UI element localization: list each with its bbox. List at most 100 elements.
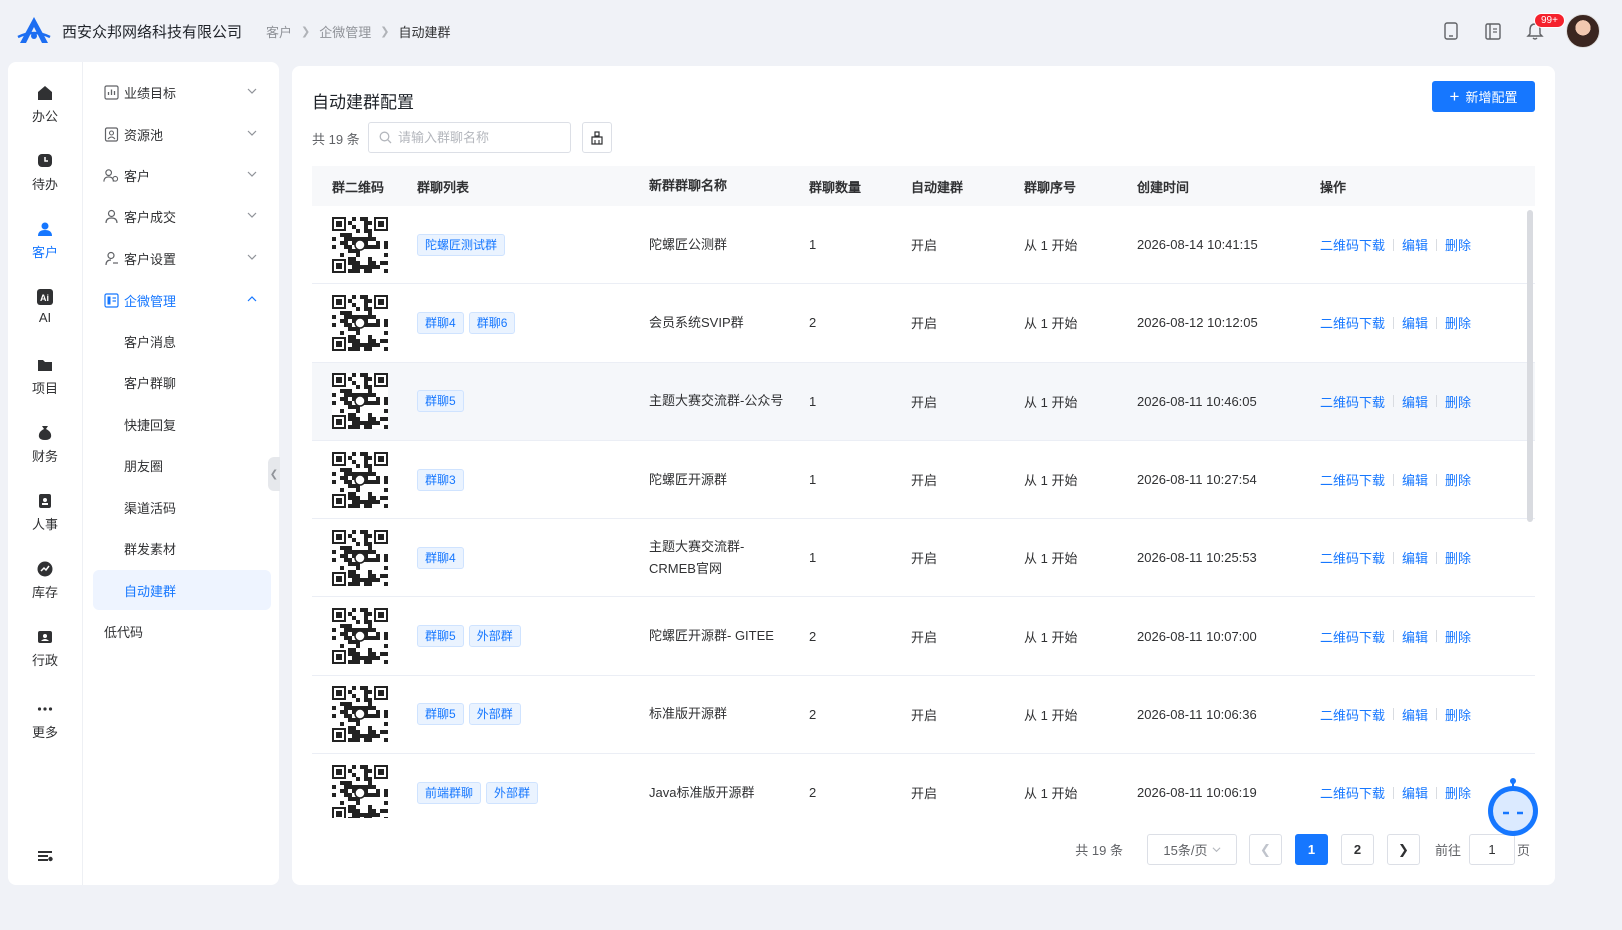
edit-link[interactable]: 编辑: [1402, 392, 1428, 411]
menu-item-low-code[interactable]: 低代码: [93, 611, 271, 651]
download-qr-link[interactable]: 二维码下载: [1320, 470, 1385, 489]
edit-link[interactable]: 编辑: [1402, 783, 1428, 802]
breadcrumb-item-customer[interactable]: 客户: [266, 22, 292, 41]
group-list-cell: 前端群聊 外部群: [399, 781, 630, 804]
mobile-icon[interactable]: [1440, 20, 1462, 42]
menu-item-moments[interactable]: 朋友圈: [93, 445, 271, 485]
delete-link[interactable]: 删除: [1445, 470, 1471, 489]
todo-icon: [36, 152, 54, 170]
delete-link[interactable]: 删除: [1445, 783, 1471, 802]
group-tag: 群聊5: [417, 703, 464, 726]
menu-group-customers[interactable]: 客户: [93, 155, 271, 195]
edit-link[interactable]: 编辑: [1402, 627, 1428, 646]
download-qr-link[interactable]: 二维码下载: [1320, 313, 1385, 332]
edit-link[interactable]: 编辑: [1402, 705, 1428, 724]
page-button-1[interactable]: 1: [1294, 834, 1328, 865]
download-qr-link[interactable]: 二维码下载: [1320, 392, 1385, 411]
rail-item-admin[interactable]: 行政: [8, 628, 82, 669]
pagination-total: 共 19 条: [1075, 843, 1123, 858]
group-count-cell: 2: [809, 315, 817, 331]
download-qr-link[interactable]: 二维码下载: [1320, 783, 1385, 802]
company-name: 西安众邦网络科技有限公司: [62, 23, 243, 41]
menu-item-channel-code[interactable]: 渠道活码: [93, 487, 271, 527]
clear-filter-button[interactable]: [582, 122, 612, 153]
download-qr-link[interactable]: 二维码下载: [1320, 548, 1385, 567]
ai-icon: Ai: [36, 288, 54, 306]
rail-label: 库存: [31, 585, 58, 600]
qr-code-icon[interactable]: [332, 764, 388, 818]
rail-item-ai[interactable]: Ai AI: [8, 288, 82, 325]
qr-code-icon[interactable]: [332, 529, 388, 586]
delete-link[interactable]: 删除: [1445, 548, 1471, 567]
group-tag: 群聊6: [468, 311, 516, 334]
edit-link[interactable]: 编辑: [1402, 470, 1428, 489]
rail-item-finance[interactable]: 财务: [8, 424, 82, 465]
edit-link[interactable]: 编辑: [1402, 313, 1428, 332]
delete-link[interactable]: 删除: [1445, 392, 1471, 411]
rail-item-office[interactable]: 办公: [8, 84, 82, 125]
menu-item-customer-messages[interactable]: 客户消息: [93, 321, 271, 361]
settings-list-icon[interactable]: [36, 847, 54, 865]
edit-link[interactable]: 编辑: [1402, 235, 1428, 254]
collapse-sidebar-button[interactable]: ❮: [268, 457, 280, 491]
menu-item-auto-group[interactable]: 自动建群: [93, 570, 271, 610]
divider: [1436, 238, 1438, 251]
qr-code-icon[interactable]: [332, 451, 388, 508]
bell-icon[interactable]: 99+: [1524, 13, 1565, 42]
prev-page-button[interactable]: ❮: [1248, 834, 1282, 865]
delete-link[interactable]: 删除: [1445, 235, 1471, 254]
table-row: 群聊5 主题大赛交流群-公众号 1 开启 从 1 开始 2026-08-11 10:46:…: [312, 362, 1535, 441]
auto-create-cell: 开启: [911, 473, 938, 489]
group-list-cell: 群聊4: [399, 546, 630, 569]
menu-group-customer-settings[interactable]: 客户设置: [93, 238, 271, 278]
qr-code-icon[interactable]: [332, 294, 388, 351]
menu-group-wecom[interactable]: 企微管理: [93, 280, 271, 320]
qr-code-icon[interactable]: [332, 216, 388, 273]
menu-label: 企微管理: [124, 293, 177, 309]
rail-item-more[interactable]: 更多: [8, 700, 82, 741]
page-size-select[interactable]: 15条/页: [1146, 834, 1237, 865]
download-qr-link[interactable]: 二维码下载: [1320, 627, 1385, 646]
qr-code-cell: [312, 764, 399, 818]
delete-link[interactable]: 删除: [1445, 313, 1471, 332]
menu-group-resource-pool[interactable]: 资源池: [93, 114, 271, 154]
column-header: 群二维码: [332, 179, 385, 195]
rail-item-todo[interactable]: 待办: [8, 152, 82, 193]
table-body: 陀螺匠测试群 陀螺匠公测群 1 开启从 1 开始 2026-08-14 10:41:15…: [312, 206, 1535, 818]
qr-code-icon[interactable]: [332, 686, 388, 743]
company-logo-icon[interactable]: [14, 11, 54, 51]
delete-link[interactable]: 删除: [1445, 627, 1471, 646]
qr-code-cell: [312, 451, 399, 508]
rail-item-hr[interactable]: 人事: [8, 492, 82, 533]
book-icon[interactable]: [1482, 20, 1504, 42]
table-scrollbar[interactable]: [1527, 210, 1533, 522]
menu-group-customer-deals[interactable]: 客户成交: [93, 196, 271, 236]
rail-item-project[interactable]: 项目: [8, 356, 82, 397]
menu-item-mass-material[interactable]: 群发素材: [93, 528, 271, 568]
menu-item-customer-groups[interactable]: 客户群聊: [93, 362, 271, 402]
next-page-button[interactable]: ❯: [1386, 834, 1420, 865]
assistant-robot-icon[interactable]: [1481, 775, 1545, 839]
qr-code-icon[interactable]: [332, 608, 388, 665]
rail-label: 行政: [31, 653, 58, 668]
breadcrumb: 客户 ❯ 企微管理 ❯ 自动建群: [266, 22, 450, 41]
download-qr-link[interactable]: 二维码下载: [1320, 705, 1385, 724]
edit-link[interactable]: 编辑: [1402, 548, 1428, 567]
page-button-2[interactable]: 2: [1340, 834, 1374, 865]
group-list-cell: 群聊5 外部群: [399, 703, 630, 726]
search-field[interactable]: [368, 122, 571, 153]
avatar[interactable]: [1566, 14, 1600, 48]
divider: [1393, 630, 1395, 643]
qr-code-icon[interactable]: [332, 373, 388, 430]
menu-group-targets[interactable]: 业绩目标: [93, 72, 271, 112]
table-row: 群聊4 群聊6 会员系统SVIP群 2 开启 从 1 开始 2026-08-12 10:12…: [312, 284, 1535, 363]
delete-link[interactable]: 删除: [1445, 705, 1471, 724]
menu-item-quick-reply[interactable]: 快捷回复: [93, 404, 271, 444]
download-qr-link[interactable]: 二维码下载: [1320, 235, 1385, 254]
breadcrumb-item-wecom[interactable]: 企微管理: [319, 22, 371, 41]
pagination: 共 19 条 15条/页 ❮ 1 2 ❯ 前往 页: [1075, 834, 1530, 865]
add-config-button[interactable]: + 新增配置: [1432, 81, 1535, 112]
rail-item-customer[interactable]: 客户: [8, 220, 82, 261]
search-input[interactable]: [398, 130, 558, 145]
rail-item-inventory[interactable]: 库存: [8, 560, 82, 601]
